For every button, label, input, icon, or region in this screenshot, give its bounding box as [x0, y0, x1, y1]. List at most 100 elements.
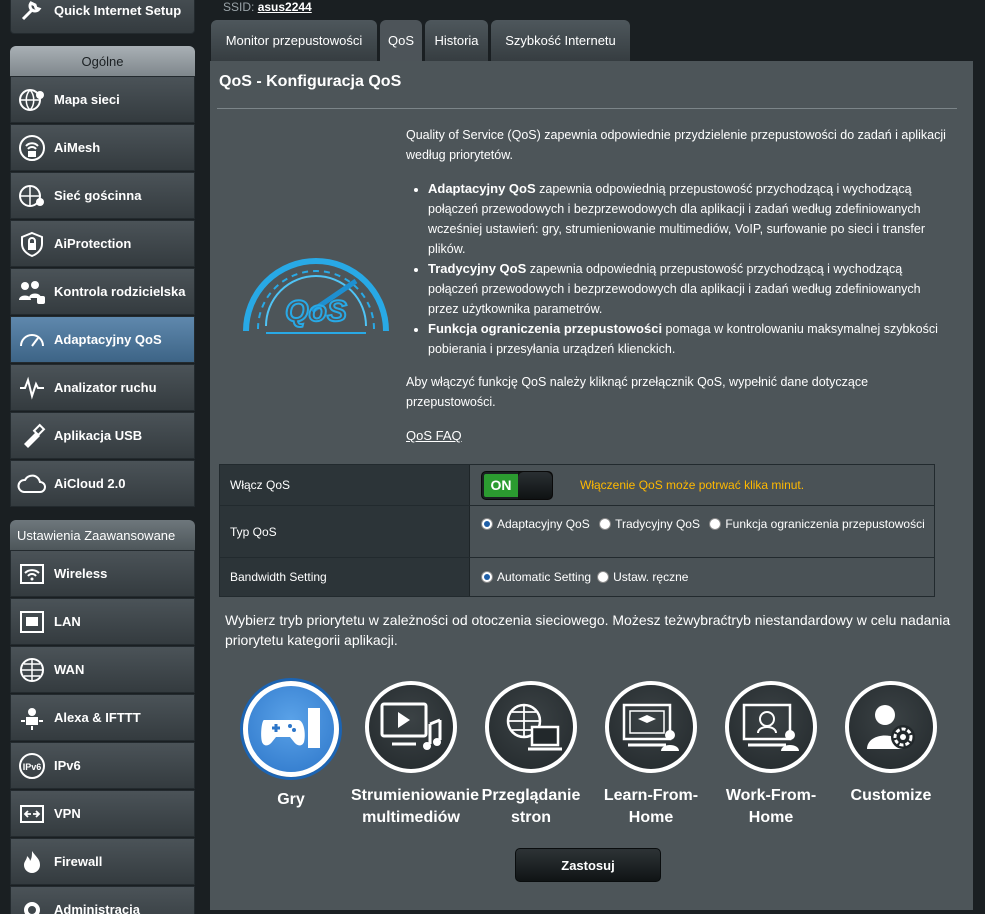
qos-type-cell: Adaptacyjny QoS Tradycyjny QoS Funkcja o… [470, 506, 934, 557]
family-icon [16, 276, 48, 308]
mode-customize[interactable]: Customize [831, 681, 951, 807]
sidebar-item-parental-control[interactable]: Kontrola rodzicielska [10, 268, 195, 315]
alexa-icon [16, 702, 48, 734]
qos-description: Quality of Service (QoS) zapewnia odpowi… [406, 125, 951, 446]
sidebar-item-label: Aplikacja USB [54, 428, 143, 443]
sidebar-item-firewall[interactable]: Firewall [10, 838, 195, 885]
aimesh-icon [16, 132, 48, 164]
tab-bandwidth-monitor[interactable]: Monitor przepustowości [211, 20, 377, 61]
ssid-label: SSID: [223, 0, 255, 14]
customize-icon [845, 681, 937, 773]
sidebar-item-label: WAN [54, 662, 85, 677]
firewall-icon [16, 846, 48, 878]
qos-type-label: Typ QoS [220, 506, 470, 557]
bandwidth-setting-label: Bandwidth Setting [220, 558, 470, 596]
gamepad-icon [243, 681, 339, 777]
tab-internet-speed[interactable]: Szybkość Internetu [491, 20, 630, 61]
work-home-icon [725, 681, 817, 773]
sidebar-item-guest-network[interactable]: Sieć gościnna [10, 172, 195, 219]
mode-media-streaming[interactable]: Strumieniowanie multimediów [351, 681, 480, 829]
bandwidth-setting-cell: Automatic Setting Ustaw. ręczne [470, 558, 934, 596]
list-item: Tradycyjny QoS zapewnia odpowiednią prze… [428, 259, 951, 319]
mode-work-from-home[interactable]: Work-From-Home [711, 681, 831, 829]
radio-bandwidth-limiter[interactable]: Funkcja ograniczenia przepustowości [709, 513, 925, 535]
qos-logo: QoS [243, 258, 389, 334]
sidebar-item-wan[interactable]: WAN [10, 646, 195, 693]
ipv6-icon: IPv6 [16, 750, 48, 782]
wan-globe-icon [16, 654, 48, 686]
enable-qos-cell: ON Włączenie QoS może potrwać klika minu… [470, 465, 934, 505]
mode-label: Strumieniowanie multimediów [351, 787, 480, 826]
tab-qos[interactable]: QoS [380, 20, 422, 61]
sidebar-item-label: Adaptacyjny QoS [54, 332, 162, 347]
main-panel: QoS - Konfiguracja QoS QoS Quality of Se… [210, 61, 973, 910]
mode-label: Przeglądanie stron [481, 787, 581, 826]
list-item: Funkcja ograniczenia przepustowości poma… [428, 319, 951, 359]
advanced-section-header: Ustawienia Zaawansowane [10, 520, 195, 550]
enable-instructions: Aby włączyć funkcję QoS należy kliknąć p… [406, 375, 869, 409]
ssid-value[interactable]: asus2244 [258, 0, 312, 14]
sidebar-item-aicloud[interactable]: AiCloud 2.0 [10, 460, 195, 507]
mode-web-browsing[interactable]: Przeglądanie stron [471, 681, 591, 829]
sidebar-item-label: Alexa & IFTTT [54, 710, 141, 725]
sidebar-item-aimesh[interactable]: AiMesh [10, 124, 195, 171]
sidebar: Quick Internet Setup Ogólne Mapa sieci A… [0, 0, 205, 914]
general-section-header: Ogólne [10, 46, 195, 76]
quick-setup-button[interactable]: Quick Internet Setup [10, 0, 195, 34]
apply-button[interactable]: Zastosuj [515, 848, 661, 882]
sidebar-item-label: LAN [54, 614, 81, 629]
lan-icon [16, 606, 48, 638]
qos-settings-table: Włącz QoS ON Włączenie QoS może potrwać … [219, 464, 935, 597]
admin-gear-icon [16, 894, 48, 914]
qos-types-list: Adaptacyjny QoS zapewnia odpowiednią prz… [428, 179, 951, 359]
toggle-on-label: ON [482, 471, 518, 499]
mode-learn-from-home[interactable]: Learn-From-Home [591, 681, 711, 829]
sidebar-item-alexa-ifttt[interactable]: Alexa & IFTTT [10, 694, 195, 741]
sidebar-item-adaptive-qos[interactable]: Adaptacyjny QoS [10, 316, 195, 363]
svg-text:IPv6: IPv6 [23, 762, 42, 772]
sidebar-item-vpn[interactable]: VPN [10, 790, 195, 837]
sidebar-item-label: Kontrola rodzicielska [54, 284, 186, 299]
radio-manual-setting[interactable]: Ustaw. ręczne [597, 570, 688, 584]
mode-gaming[interactable]: Gry [231, 681, 351, 811]
sidebar-item-label: Analizator ruchu [54, 380, 157, 395]
mode-label: Gry [277, 791, 305, 808]
sidebar-item-wireless[interactable]: Wireless [10, 550, 195, 597]
vpn-icon [16, 798, 48, 830]
shield-icon [16, 228, 48, 260]
sidebar-item-usb-app[interactable]: Aplikacja USB [10, 412, 195, 459]
page-title: QoS - Konfiguracja QoS [219, 73, 402, 90]
tab-history[interactable]: Historia [425, 20, 488, 61]
sidebar-item-label: AiMesh [54, 140, 101, 155]
table-row: Typ QoS Adaptacyjny QoS Tradycyjny QoS F… [220, 506, 934, 558]
traffic-wave-icon [16, 372, 48, 404]
sidebar-item-label: IPv6 [54, 758, 81, 773]
radio-adaptive-qos[interactable]: Adaptacyjny QoS [481, 513, 590, 535]
sidebar-item-label: AiProtection [54, 236, 132, 251]
radio-traditional-qos[interactable]: Tradycyjny QoS [599, 513, 700, 535]
title-divider [217, 108, 957, 109]
web-browse-icon [485, 681, 577, 773]
sidebar-item-aiprotection[interactable]: AiProtection [10, 220, 195, 267]
sidebar-item-label: Mapa sieci [54, 92, 120, 107]
qos-faq-link[interactable]: QoS FAQ [406, 426, 951, 446]
sidebar-item-lan[interactable]: LAN [10, 598, 195, 645]
mode-label: Learn-From-Home [603, 787, 699, 826]
toggle-knob [518, 471, 552, 499]
sidebar-item-traffic-analyzer[interactable]: Analizator ruchu [10, 364, 195, 411]
sidebar-item-label: AiCloud 2.0 [54, 476, 126, 491]
sidebar-item-network-map[interactable]: Mapa sieci [10, 76, 195, 123]
mode-label: Work-From-Home [725, 787, 817, 826]
sidebar-item-label: Wireless [54, 566, 108, 581]
usb-icon [16, 420, 48, 452]
cloud-icon [16, 468, 48, 500]
logo-text: QoS [285, 295, 347, 328]
sidebar-item-ipv6[interactable]: IPv6 IPv6 [10, 742, 195, 789]
learn-home-icon [605, 681, 697, 773]
radio-automatic-setting[interactable]: Automatic Setting [481, 570, 591, 584]
quick-setup-label: Quick Internet Setup [54, 2, 182, 18]
sidebar-item-label: Sieć gościnna [54, 188, 142, 203]
qos-toggle[interactable]: ON [481, 470, 553, 500]
sidebar-item-label: VPN [54, 806, 81, 821]
sidebar-item-administration[interactable]: Administracja [10, 886, 195, 914]
